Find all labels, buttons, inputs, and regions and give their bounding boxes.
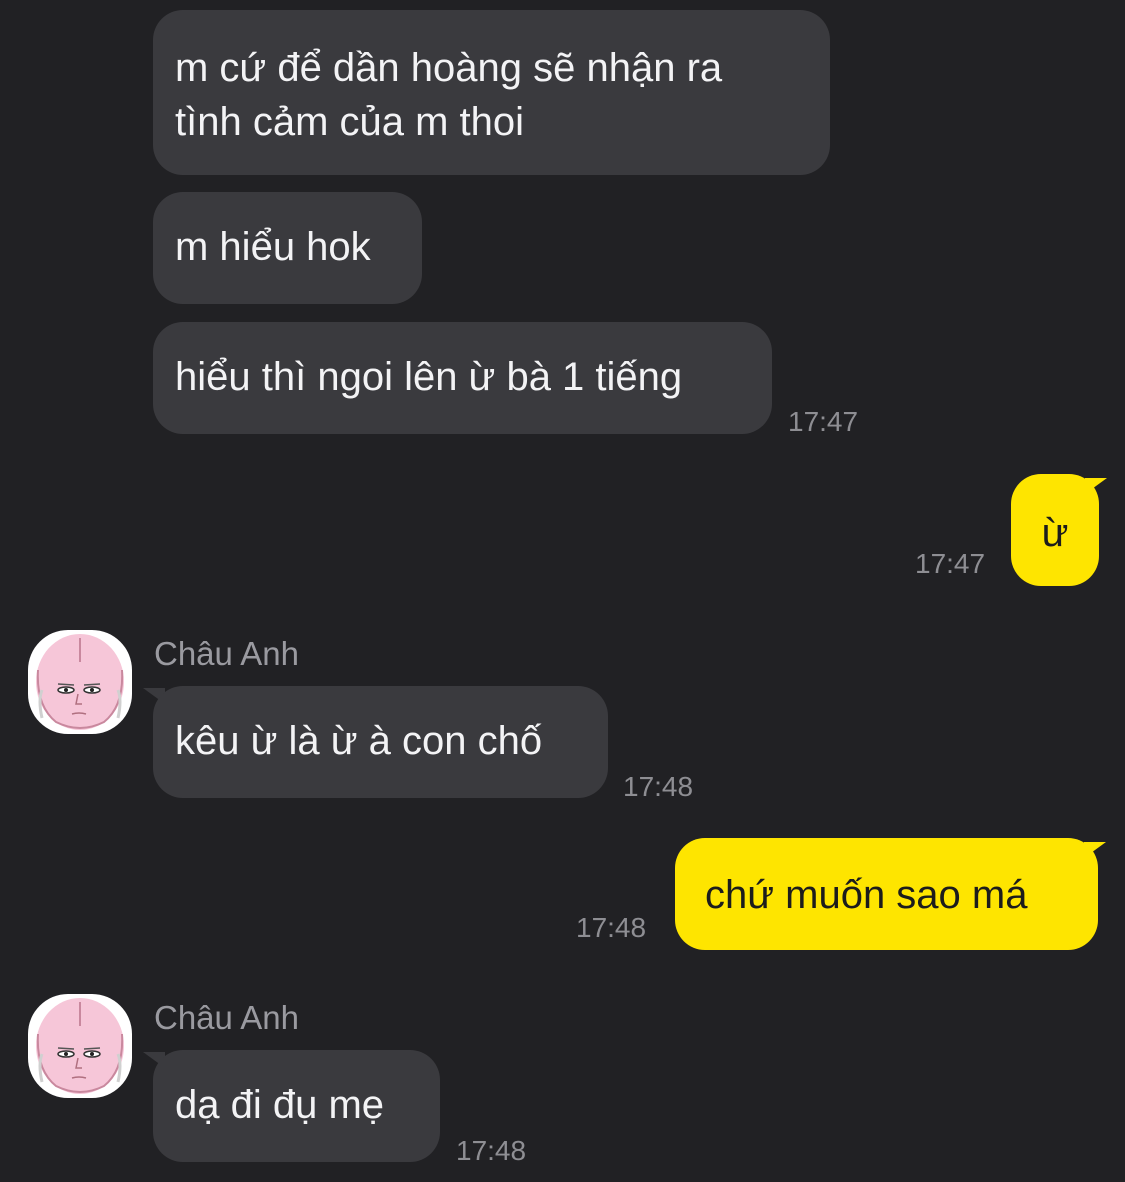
sender-name: Châu Anh	[154, 635, 299, 672]
message-timestamp: 17:47	[915, 548, 986, 579]
sender-name: Châu Anh	[154, 999, 299, 1036]
contact-avatar[interactable]	[28, 994, 132, 1098]
incoming-message-bubble[interactable]: m cứ để dần hoàng sẽ nhận ra tình cảm củ…	[153, 10, 830, 175]
outgoing-bubble-tail	[1085, 478, 1107, 494]
message-timestamp: 17:48	[576, 912, 647, 943]
chat-thread: m cứ để dần hoàng sẽ nhận ra tình cảm củ…	[0, 0, 1125, 1182]
message-timestamp: 17:48	[623, 771, 694, 802]
pink-face-icon	[36, 634, 124, 730]
incoming-message-bubble[interactable]: kêu ừ là ừ à con chố	[153, 686, 608, 798]
incoming-message-bubble[interactable]: m hiểu hok	[153, 192, 422, 304]
message-timestamp: 17:47	[788, 406, 859, 437]
pink-face-icon	[36, 998, 124, 1094]
outgoing-message-bubble[interactable]: chứ muốn sao má	[675, 838, 1098, 950]
message-timestamp: 17:48	[456, 1135, 527, 1166]
incoming-message-bubble[interactable]: dạ đi đụ mẹ	[153, 1050, 440, 1162]
incoming-message-bubble[interactable]: hiểu thì ngoi lên ừ bà 1 tiếng	[153, 322, 772, 434]
contact-avatar[interactable]	[28, 630, 132, 734]
outgoing-bubble-tail	[1084, 842, 1106, 858]
